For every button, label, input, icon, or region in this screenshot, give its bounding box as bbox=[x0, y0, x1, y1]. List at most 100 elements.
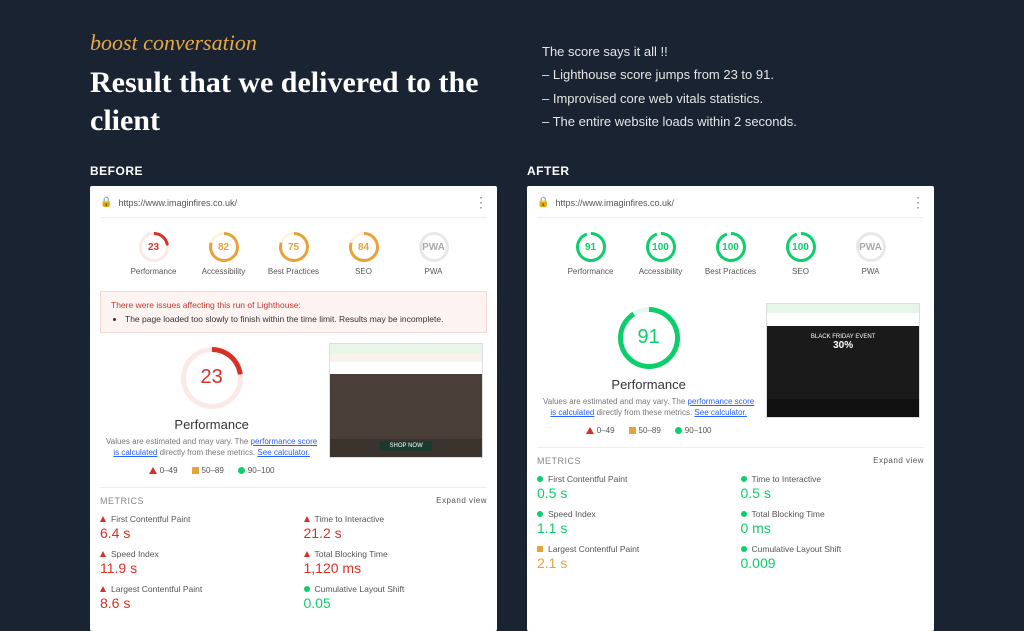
gauge-circle: 91 bbox=[576, 232, 606, 262]
metric-name: Total Blocking Time bbox=[315, 549, 388, 559]
metric-shape-icon bbox=[537, 546, 543, 552]
metric-shape-icon bbox=[304, 586, 310, 592]
gauge-item: 100 SEO bbox=[773, 232, 829, 277]
metric-item: Largest Contentful Paint8.6 s bbox=[100, 582, 284, 613]
metric-value: 0.05 bbox=[304, 595, 488, 611]
gauge-label: Performance bbox=[126, 267, 182, 277]
metric-shape-icon bbox=[537, 511, 543, 517]
url-text: https://www.imaginfires.co.uk/ bbox=[555, 198, 674, 208]
url-bar: 🔒 https://www.imaginfires.co.uk/ ⋮ bbox=[537, 194, 924, 218]
metric-item: Speed Index11.9 s bbox=[100, 547, 284, 578]
after-card: 🔒 https://www.imaginfires.co.uk/ ⋮ 91 Per… bbox=[527, 186, 934, 631]
gauge-item: 82Accessibility bbox=[196, 232, 252, 277]
gauge-item: PWA PWA bbox=[406, 232, 462, 277]
gauge-label: PWA bbox=[406, 267, 462, 277]
metric-shape-icon bbox=[304, 516, 310, 522]
metric-shape-icon bbox=[100, 551, 106, 557]
before-card: 🔒 https://www.imaginfires.co.uk/ ⋮ 23 Per… bbox=[90, 186, 497, 631]
gauge-circle: PWA bbox=[419, 232, 449, 262]
metric-value: 0.5 s bbox=[537, 485, 721, 501]
metric-name: Largest Contentful Paint bbox=[548, 544, 639, 554]
expand-view[interactable]: Expand view bbox=[873, 456, 924, 465]
gauge-circle: 82 bbox=[209, 232, 239, 262]
gauge-label: Performance bbox=[563, 267, 619, 277]
performance-title: Performance bbox=[104, 417, 319, 432]
gauge-item: PWAPWA bbox=[843, 232, 899, 277]
metric-value: 2.1 s bbox=[537, 555, 721, 571]
dot-green-icon bbox=[238, 467, 245, 474]
metrics-grid: First Contentful Paint6.4 s Time to Inter… bbox=[100, 512, 487, 613]
preview-thumbnail: SHOP NOW bbox=[329, 343, 483, 458]
lock-icon: 🔒 bbox=[100, 197, 112, 208]
warning-title: There were issues affecting this run of … bbox=[111, 300, 476, 310]
triangle-red-icon bbox=[586, 427, 594, 434]
expand-view[interactable]: Expand view bbox=[436, 496, 487, 505]
metric-item: Total Blocking Time0 ms bbox=[741, 507, 925, 538]
more-icon[interactable]: ⋮ bbox=[911, 194, 924, 211]
metric-value: 21.2 s bbox=[304, 525, 488, 541]
metric-value: 8.6 s bbox=[100, 595, 284, 611]
summary-line: – Improvised core web vitals statistics. bbox=[542, 87, 934, 110]
warning-item: The page loaded too slowly to finish wit… bbox=[125, 314, 476, 324]
metric-shape-icon bbox=[537, 476, 543, 482]
gauge-circle: PWA bbox=[856, 232, 886, 262]
lock-icon: 🔒 bbox=[537, 197, 549, 208]
metric-value: 1,120 ms bbox=[304, 560, 488, 576]
triangle-red-icon bbox=[149, 467, 157, 474]
gauge-item: 91 Performance bbox=[563, 232, 619, 277]
gauge-row: 91 Performance 100 Accessibility 100Best Pra… bbox=[537, 218, 924, 285]
gauge-circle: 84 bbox=[349, 232, 379, 262]
summary-line: The score says it all !! bbox=[542, 40, 934, 63]
page-headline: Result that we delivered to the client bbox=[90, 64, 482, 139]
metric-item: First Contentful Paint6.4 s bbox=[100, 512, 284, 543]
more-icon[interactable]: ⋮ bbox=[474, 194, 487, 211]
metric-item: Cumulative Layout Shift0.009 bbox=[741, 542, 925, 573]
thumb-cta: SHOP NOW bbox=[380, 441, 433, 451]
before-label: BEFORE bbox=[90, 164, 497, 178]
metric-item: Total Blocking Time1,120 ms bbox=[304, 547, 488, 578]
metric-item: First Contentful Paint0.5 s bbox=[537, 472, 721, 503]
performance-gauge: 91 bbox=[618, 307, 680, 369]
performance-title: Performance bbox=[541, 377, 756, 392]
metric-shape-icon bbox=[100, 516, 106, 522]
gauge-circle: 75 bbox=[279, 232, 309, 262]
metric-value: 0.5 s bbox=[741, 485, 925, 501]
metric-shape-icon bbox=[100, 586, 106, 592]
see-calc-link[interactable]: See calculator. bbox=[694, 408, 746, 417]
metric-shape-icon bbox=[741, 476, 747, 482]
metric-name: Cumulative Layout Shift bbox=[752, 544, 842, 554]
gauge-circle: 100 bbox=[646, 232, 676, 262]
gauge-label: SEO bbox=[773, 267, 829, 277]
metric-item: Largest Contentful Paint2.1 s bbox=[537, 542, 721, 573]
gauge-circle: 100 bbox=[716, 232, 746, 262]
gauge-item: 100Best Practices bbox=[703, 232, 759, 277]
after-label: AFTER bbox=[527, 164, 934, 178]
square-orange-icon bbox=[629, 427, 636, 434]
metric-value: 0.009 bbox=[741, 555, 925, 571]
preview-thumbnail: BLACK FRIDAY EVENT30% bbox=[766, 303, 920, 418]
summary-block: The score says it all !! – Lighthouse sc… bbox=[542, 30, 934, 139]
gauge-item: 75Best Practices bbox=[266, 232, 322, 277]
gauge-item: 23 Performance bbox=[126, 232, 182, 277]
metric-name: Speed Index bbox=[111, 549, 159, 559]
performance-gauge: 23 bbox=[181, 347, 243, 409]
metrics-grid: First Contentful Paint0.5 sTime to Inter… bbox=[537, 472, 924, 573]
metric-name: First Contentful Paint bbox=[548, 474, 627, 484]
performance-desc: Values are estimated and may vary. The p… bbox=[541, 396, 756, 418]
square-orange-icon bbox=[192, 467, 199, 474]
metrics-label: METRICS bbox=[537, 456, 581, 466]
metric-name: Total Blocking Time bbox=[752, 509, 825, 519]
dot-green-icon bbox=[675, 427, 682, 434]
see-calc-link[interactable]: See calculator. bbox=[257, 448, 309, 457]
metric-name: Speed Index bbox=[548, 509, 596, 519]
gauge-circle: 23 bbox=[139, 232, 169, 262]
metric-value: 0 ms bbox=[741, 520, 925, 536]
url-text: https://www.imaginfires.co.uk/ bbox=[118, 198, 237, 208]
metrics-label: METRICS bbox=[100, 496, 144, 506]
score-legend: 0–49 50–89 90–100 bbox=[541, 426, 756, 435]
metric-name: Time to Interactive bbox=[315, 514, 385, 524]
metric-item: Cumulative Layout Shift0.05 bbox=[304, 582, 488, 613]
gauge-label: Accessibility bbox=[633, 267, 689, 277]
gauge-circle: 100 bbox=[786, 232, 816, 262]
metric-item: Time to Interactive0.5 s bbox=[741, 472, 925, 503]
